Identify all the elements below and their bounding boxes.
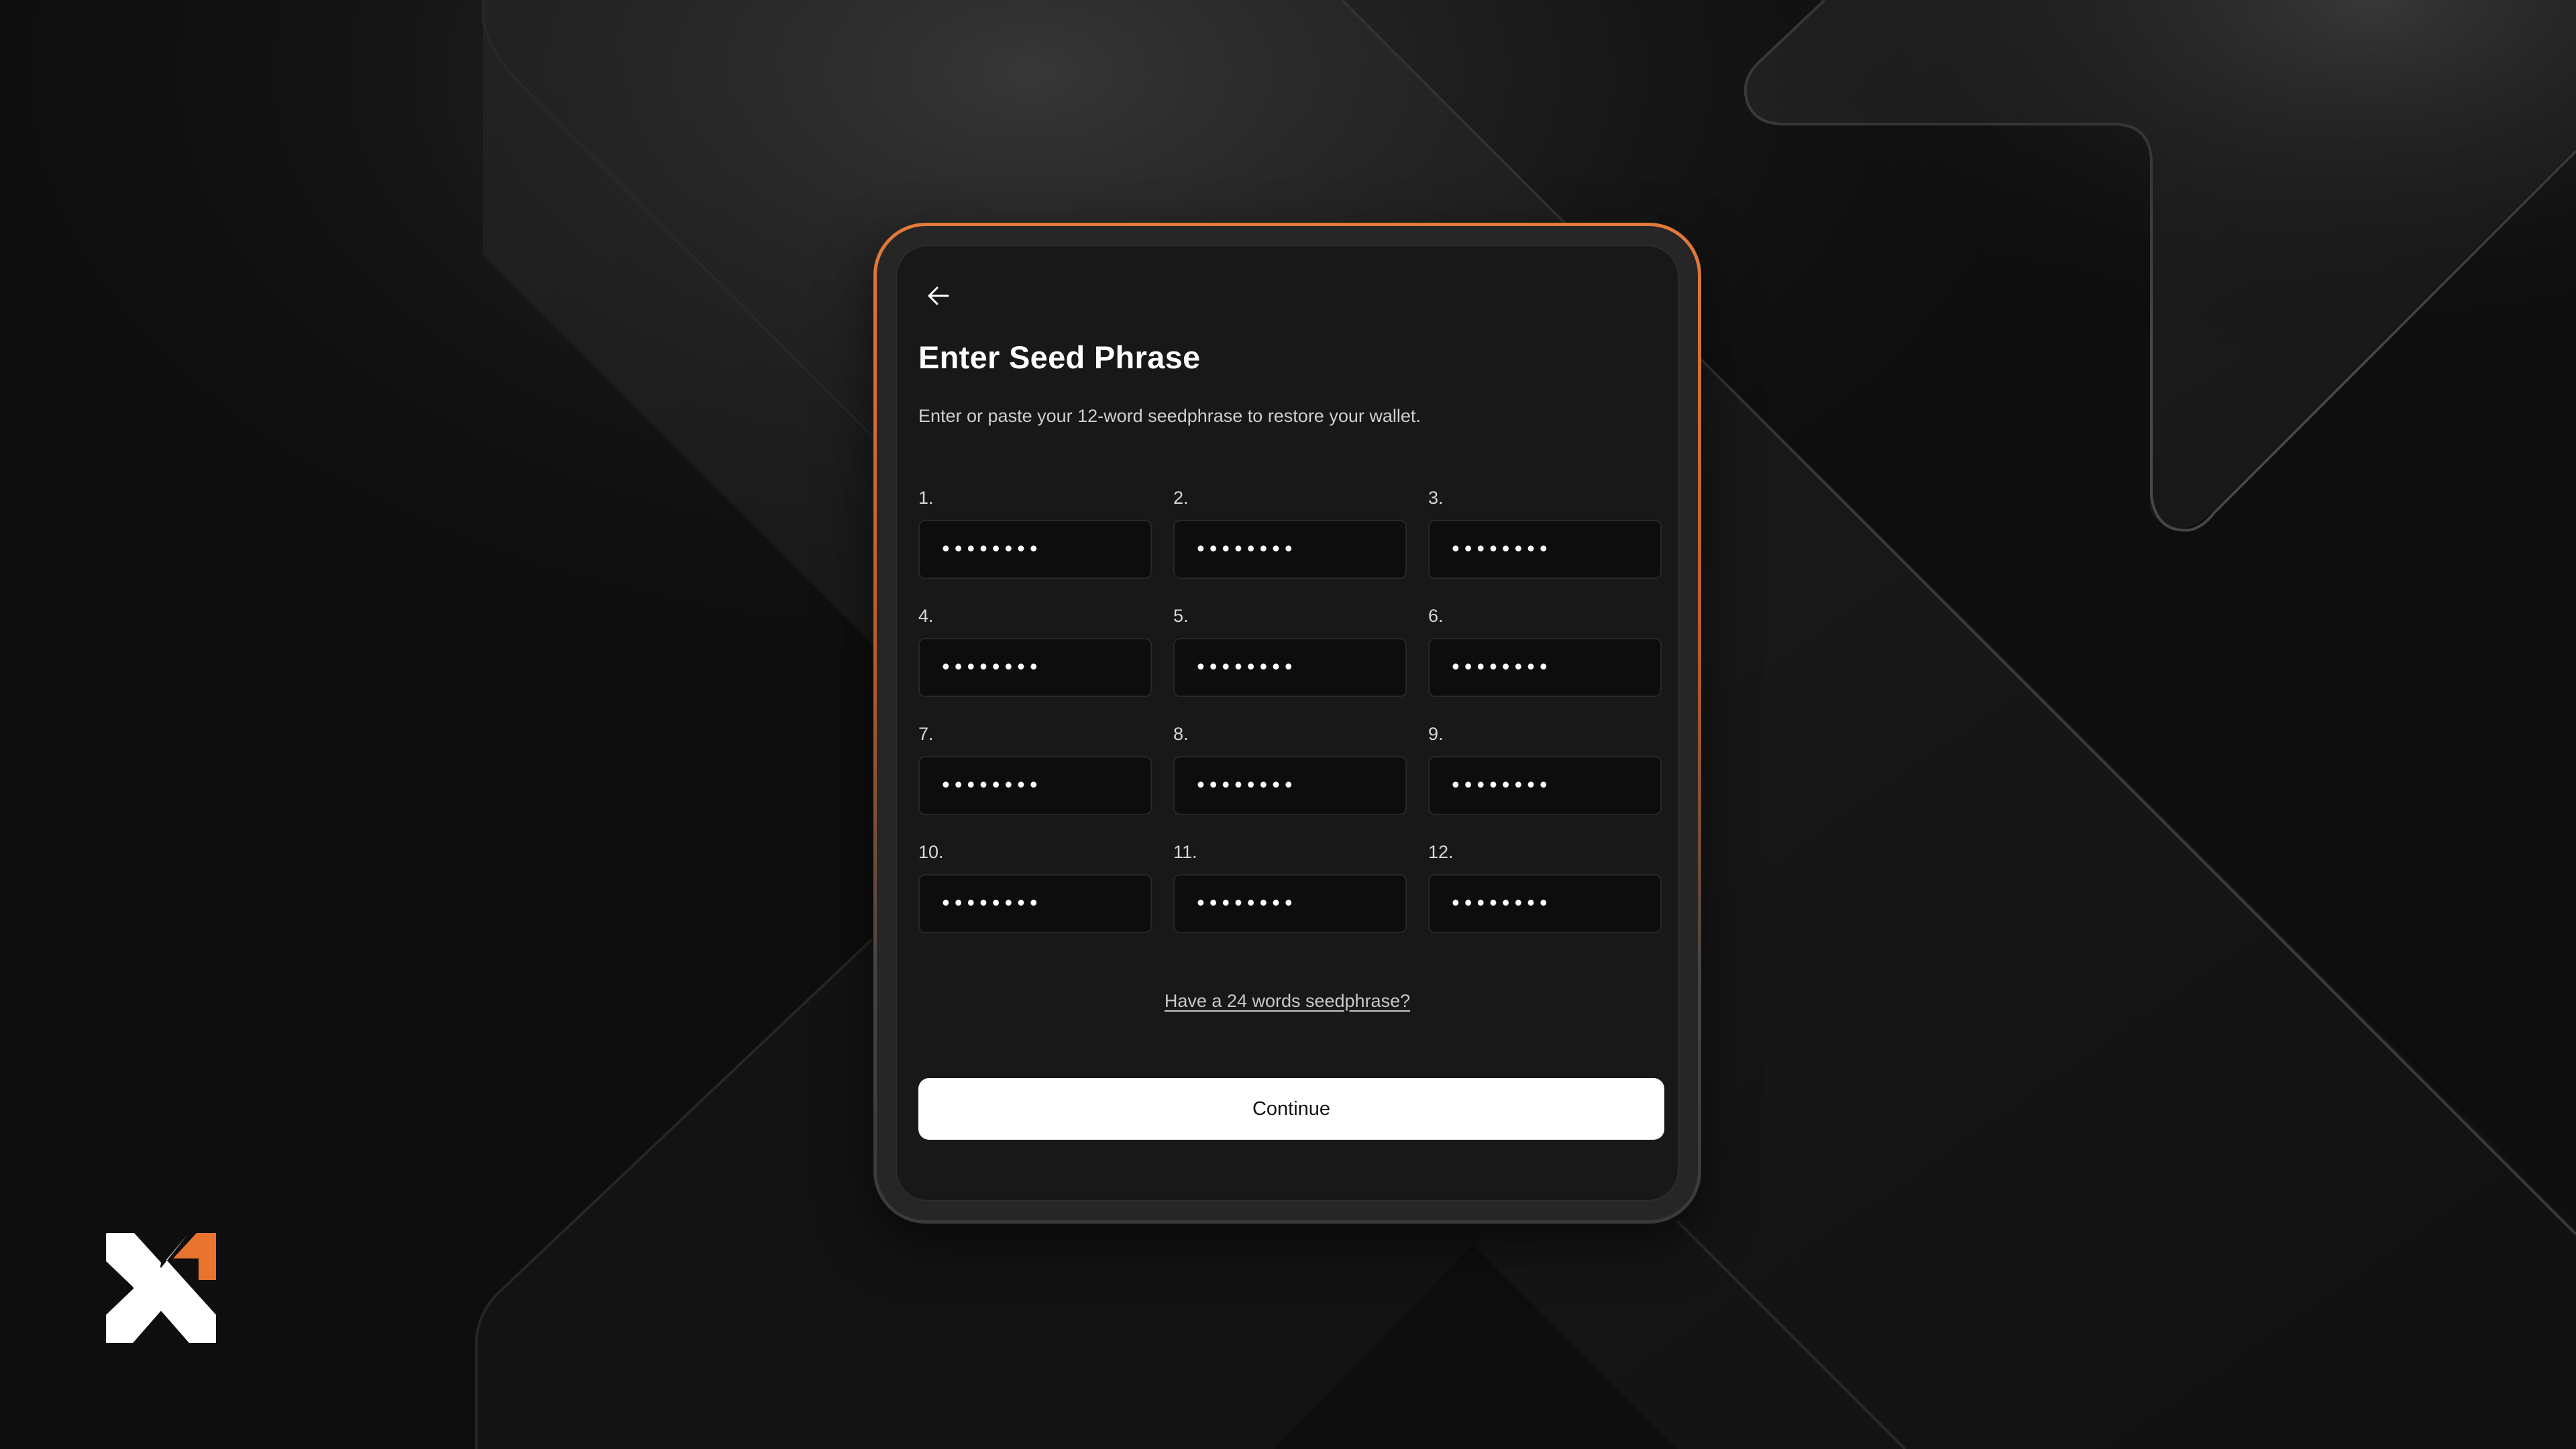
seed-word-label: 1. [918, 488, 934, 508]
continue-button[interactable]: Continue [918, 1078, 1664, 1140]
seed-phrase-panel: Enter Seed Phrase Enter or paste your 12… [896, 245, 1679, 1201]
seed-word-input-8[interactable] [1173, 756, 1407, 815]
seed-word-cell: 11. [1173, 841, 1407, 933]
seed-word-label: 7. [918, 724, 934, 744]
seed-word-input-9[interactable] [1428, 756, 1662, 815]
seed-word-cell: 9. [1428, 722, 1662, 815]
seed-word-input-12[interactable] [1428, 874, 1662, 933]
use-24-words-link[interactable]: Have a 24 words seedphrase? [897, 991, 1678, 1012]
back-button[interactable] [918, 276, 959, 316]
seed-word-cell: 7. [918, 722, 1152, 815]
seed-word-input-6[interactable] [1428, 638, 1662, 697]
seed-word-label: 4. [918, 606, 934, 626]
page-subtitle: Enter or paste your 12-word seedphrase t… [918, 406, 1421, 426]
seed-word-cell: 1. [918, 486, 1152, 579]
seed-word-cell: 3. [1428, 486, 1662, 579]
seed-word-cell: 8. [1173, 722, 1407, 815]
seed-word-label: 6. [1428, 606, 1444, 626]
seed-word-input-5[interactable] [1173, 638, 1407, 697]
seed-word-cell: 12. [1428, 841, 1662, 933]
seed-word-input-11[interactable] [1173, 874, 1407, 933]
seed-word-cell: 5. [1173, 604, 1407, 697]
seed-word-label: 3. [1428, 488, 1444, 508]
arrow-left-icon [928, 286, 949, 305]
seed-word-input-1[interactable] [918, 520, 1152, 579]
seed-word-input-7[interactable] [918, 756, 1152, 815]
seed-word-input-3[interactable] [1428, 520, 1662, 579]
seed-word-cell: 2. [1173, 486, 1407, 579]
seed-word-label: 10. [918, 842, 944, 862]
seed-word-label: 5. [1173, 606, 1189, 626]
seed-word-label: 2. [1173, 488, 1189, 508]
seed-word-input-2[interactable] [1173, 520, 1407, 579]
brand-logo [106, 1233, 216, 1343]
seed-word-cell: 10. [918, 841, 1152, 933]
seed-word-input-4[interactable] [918, 638, 1152, 697]
seed-word-label: 12. [1428, 842, 1454, 862]
device-frame: Enter Seed Phrase Enter or paste your 12… [873, 223, 1701, 1224]
seed-word-input-10[interactable] [918, 874, 1152, 933]
page-title: Enter Seed Phrase [918, 339, 1201, 375]
seed-word-label: 8. [1173, 724, 1189, 744]
seed-word-label: 9. [1428, 724, 1444, 744]
seed-word-cell: 6. [1428, 604, 1662, 697]
seed-word-cell: 4. [918, 604, 1152, 697]
seed-word-label: 11. [1173, 842, 1197, 862]
seed-word-grid: 1. 2. 3. 4. 5. 6. [918, 486, 1662, 933]
